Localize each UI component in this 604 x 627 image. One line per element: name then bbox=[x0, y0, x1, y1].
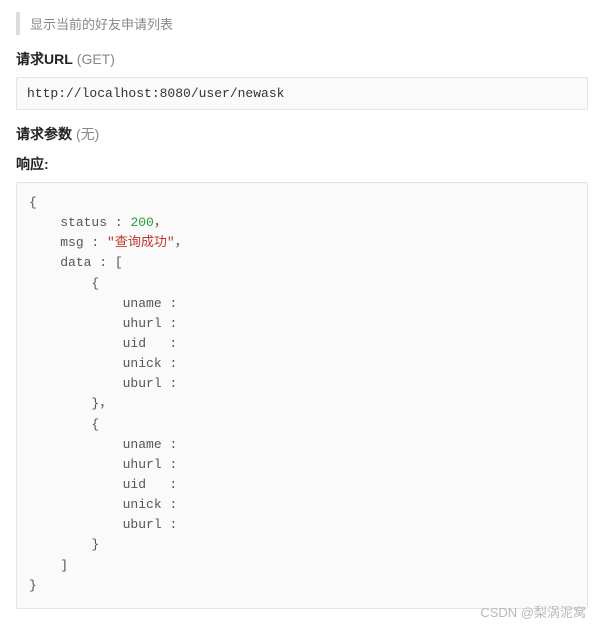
response-code-block: { status : 200， msg : "查询成功"， data : [ {… bbox=[16, 182, 588, 609]
request-url-label: 请求URL bbox=[16, 51, 73, 67]
url-box: http://localhost:8080/user/newask bbox=[16, 77, 588, 110]
tok-uhurl2: uhurl bbox=[123, 457, 162, 472]
tok-status-val: 200 bbox=[130, 215, 153, 230]
request-url-title: 请求URL(GET) bbox=[16, 49, 588, 69]
request-url-method: (GET) bbox=[77, 51, 115, 67]
tok-comma1: ， bbox=[154, 215, 167, 230]
response-title: 响应: bbox=[16, 154, 588, 174]
tok-data-key: data bbox=[60, 255, 91, 270]
tok-status-key: status bbox=[60, 215, 107, 230]
request-params-title: 请求参数(无) bbox=[16, 124, 588, 144]
response-label: 响应: bbox=[16, 156, 49, 172]
tok-comma3: ， bbox=[99, 396, 112, 411]
url-text: http://localhost:8080/user/newask bbox=[27, 86, 284, 101]
tok-uid2: uid bbox=[123, 477, 146, 492]
tok-msg-val: "查询成功" bbox=[107, 235, 175, 250]
tok-uhurl1: uhurl bbox=[123, 316, 162, 331]
tok-unick2: unick bbox=[123, 497, 162, 512]
tok-uburl1: uburl bbox=[123, 376, 162, 391]
tok-uburl2: uburl bbox=[123, 517, 162, 532]
request-params-value: (无) bbox=[76, 126, 99, 142]
tok-uid1: uid bbox=[123, 336, 146, 351]
tok-comma2: ， bbox=[175, 235, 188, 250]
tok-uname1: uname bbox=[123, 296, 162, 311]
request-params-label: 请求参数 bbox=[16, 126, 72, 142]
tok-msg-key: msg bbox=[60, 235, 83, 250]
tok-uname2: uname bbox=[123, 437, 162, 452]
tok-unick1: unick bbox=[123, 356, 162, 371]
description-quote: 显示当前的好友申请列表 bbox=[16, 12, 588, 35]
description-text: 显示当前的好友申请列表 bbox=[30, 17, 173, 32]
